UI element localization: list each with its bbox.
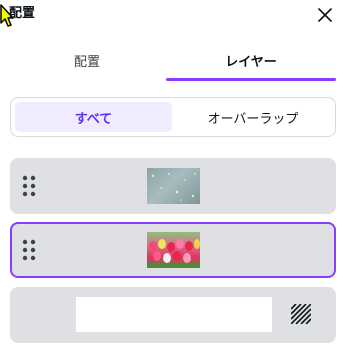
drag-handle-icon[interactable] (22, 239, 36, 261)
drag-handle-icon[interactable] (22, 175, 36, 197)
panel-header: 配置 (0, 0, 346, 30)
layer-thumbnail-tulips (147, 232, 200, 268)
layer-row-tulip-photo[interactable] (10, 222, 336, 278)
layer-row-rain-photo[interactable] (10, 158, 336, 214)
tab-arrange[interactable]: 配置 (8, 40, 166, 80)
layer-filter-segmented-control: すべて オーバーラップ (10, 97, 336, 137)
layer-row-white-rectangle[interactable] (10, 287, 336, 343)
tab-layers[interactable]: レイヤー (166, 40, 336, 80)
close-button[interactable] (312, 2, 338, 28)
panel-title: 配置 (9, 6, 36, 21)
close-icon (318, 8, 332, 22)
transparency-pattern-icon (291, 304, 311, 324)
layer-thumbnail-white-rectangle (76, 297, 272, 332)
filter-overlap-button[interactable]: オーバーラップ (173, 102, 333, 132)
layer-thumbnail-rain (147, 168, 200, 204)
active-tab-indicator (166, 78, 336, 81)
panel-tabs: 配置 レイヤー (0, 40, 346, 82)
filter-all-button[interactable]: すべて (15, 102, 172, 132)
